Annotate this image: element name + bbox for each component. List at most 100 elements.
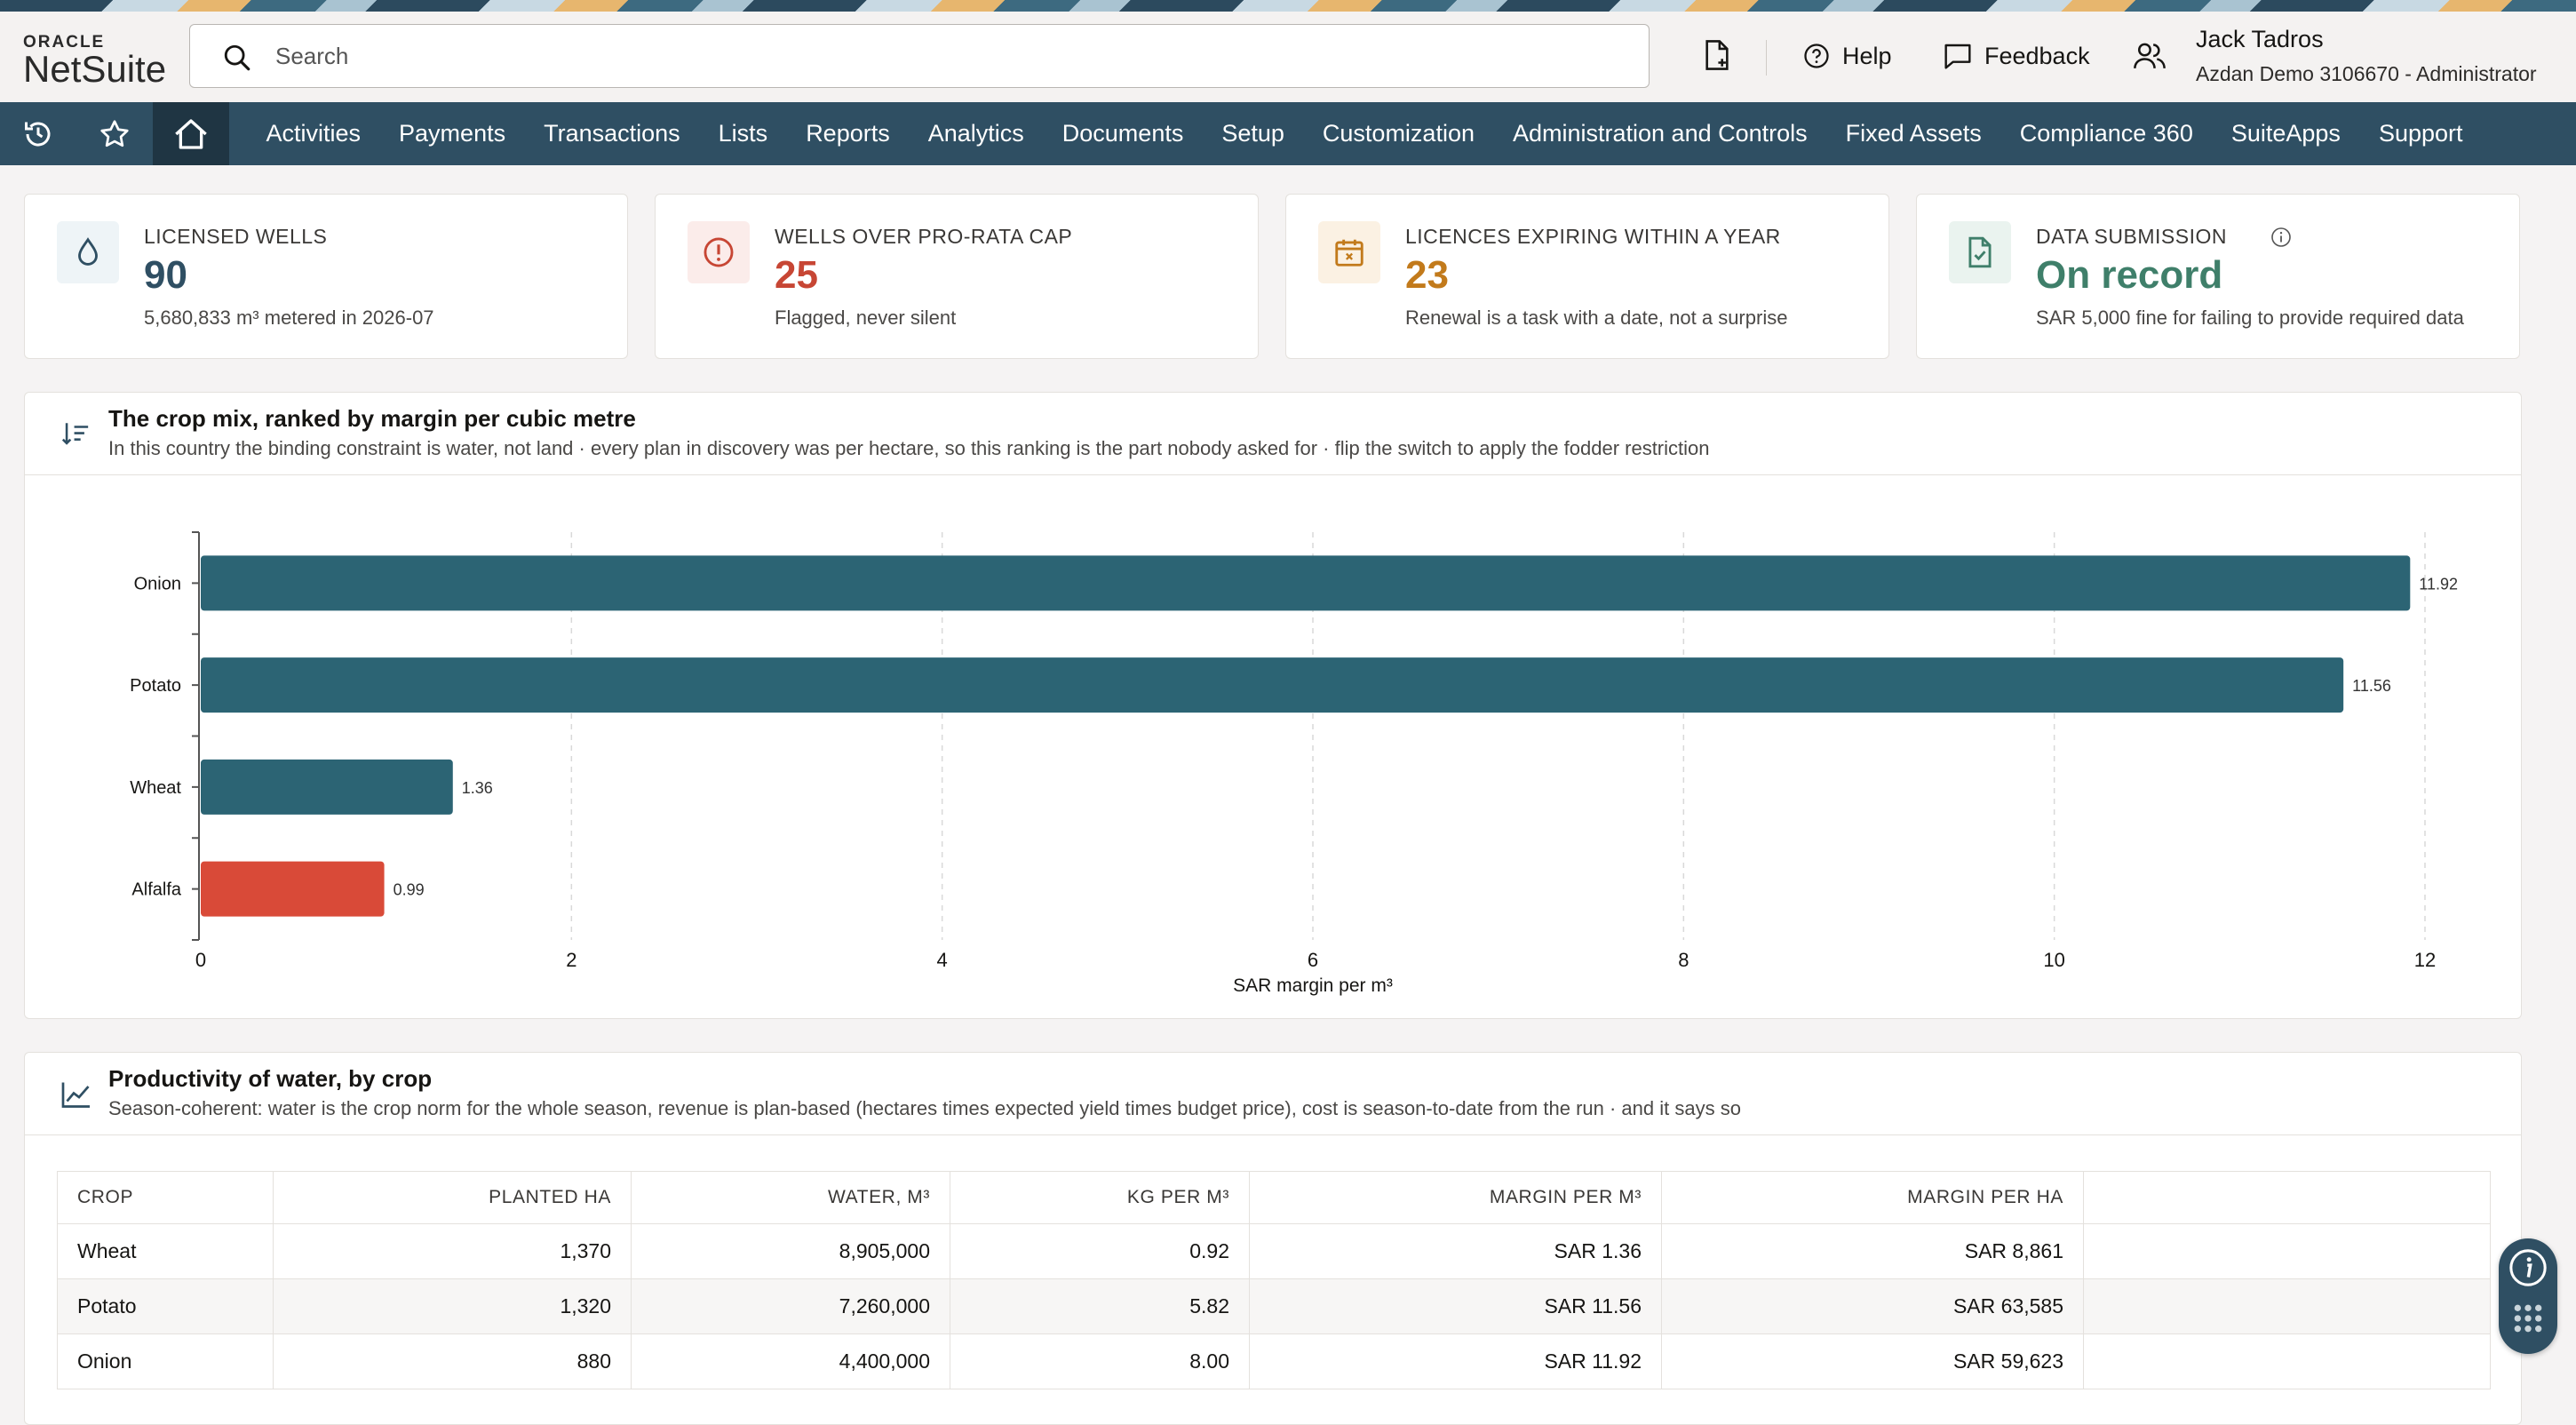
nav-item-payments[interactable]: Payments <box>380 120 525 147</box>
kpi-card-licensed-wells[interactable]: LICENSED WELLS 90 5,680,833 m³ metered in … <box>24 194 628 359</box>
calendar-icon <box>1335 239 1364 267</box>
home-button[interactable] <box>153 102 229 165</box>
kpi-label: LICENSED WELLS <box>144 225 328 248</box>
crop-margin-chart-panel: The crop mix, ranked by margin per cubic… <box>24 392 2522 1019</box>
kpi-value: 90 <box>144 253 187 297</box>
nav-item-lists[interactable]: Lists <box>699 120 787 147</box>
nav-item-analytics[interactable]: Analytics <box>909 120 1043 147</box>
roles-icon[interactable] <box>2134 42 2166 70</box>
table-row[interactable]: Wheat 1,370 8,905,000 0.92 SAR 1.36 SAR 8,861 <box>57 1223 2491 1279</box>
crop-margin-bar-chart: Onion 11.92 Potato 11.56 Wheat 1.36 Alfalfa 0.9… <box>130 531 2458 996</box>
water-productivity-panel: Productivity of water, by crop Season-co… <box>24 1052 2522 1425</box>
table-row[interactable]: Onion 880 4,400,000 8.00 SAR 11.92 SAR 59,623 <box>57 1333 2491 1389</box>
search-input[interactable] <box>274 37 1610 75</box>
column-header-empty <box>2083 1171 2491 1224</box>
global-search[interactable] <box>189 24 1650 88</box>
kpi-value: 25 <box>775 253 818 297</box>
help-label: Help <box>1842 42 1892 69</box>
chart-panel-header: The crop mix, ranked by margin per cubic… <box>25 393 2521 475</box>
chart-title: The crop mix, ranked by margin per cubic… <box>108 405 636 432</box>
x-tick-label: 10 <box>2043 949 2064 971</box>
table-cell: Onion <box>57 1333 274 1389</box>
search-icon <box>224 44 250 71</box>
shortcuts-button[interactable] <box>76 102 153 165</box>
kpi-subtext: Renewal is a task with a date, not a sur… <box>1405 306 1788 329</box>
table-cell: 880 <box>273 1333 632 1389</box>
kpi-badge <box>1318 221 1380 283</box>
top-bar: ORACLE NetSuite Help Feedback Jack Tad <box>0 12 2576 103</box>
column-header[interactable]: PLANTED HA <box>273 1171 632 1224</box>
kpi-value: On record <box>2036 253 2223 297</box>
user-menu[interactable]: Jack Tadros Azdan Demo 3106670 - Adminis… <box>2196 26 2537 86</box>
x-tick-label: 12 <box>2414 949 2436 971</box>
kpi-card-data-submission[interactable]: DATA SUBMISSION On record SAR 5,000 fine f… <box>1916 194 2520 359</box>
netsuite-logo[interactable]: ORACLE NetSuite <box>23 33 166 88</box>
table-cell: 7,260,000 <box>631 1278 950 1334</box>
column-header[interactable]: MARGIN PER HA <box>1661 1171 2084 1224</box>
feedback-button[interactable]: Feedback <box>1944 38 2090 74</box>
nav-item-reports[interactable]: Reports <box>787 120 910 147</box>
help-button[interactable]: Help <box>1803 38 1892 74</box>
kpi-badge <box>688 221 750 283</box>
category-label: Alfalfa <box>131 880 181 900</box>
feedback-icon <box>1944 44 1971 69</box>
kpi-value: 23 <box>1405 253 1449 297</box>
bar-alfalfa <box>201 861 385 917</box>
column-header[interactable]: CROP <box>57 1171 274 1224</box>
table-cell: SAR 1.36 <box>1249 1223 1662 1279</box>
table-cell: 4,400,000 <box>631 1333 950 1389</box>
recent-icon <box>25 122 51 146</box>
user-role: Azdan Demo 3106670 - Administrator <box>2196 62 2537 85</box>
nav-item-activities[interactable]: Activities <box>247 120 380 147</box>
column-header[interactable]: MARGIN PER M³ <box>1249 1171 1662 1224</box>
kpi-card-wells-over-pro-rata-cap[interactable]: WELLS OVER PRO-RATA CAP 25 Flagged, never … <box>655 194 1259 359</box>
category-label: Wheat <box>130 778 181 798</box>
bar-onion <box>201 555 2411 611</box>
table-cell: 0.92 <box>950 1223 1250 1279</box>
kpi-subtext: SAR 5,000 fine for failing to provide re… <box>2036 306 2464 329</box>
column-header[interactable]: WATER, M³ <box>631 1171 950 1224</box>
table-subtitle: Season-coherent: water is the crop norm … <box>108 1097 1741 1119</box>
table-cell-empty <box>2083 1333 2491 1389</box>
create-document-icon[interactable] <box>1702 38 1732 72</box>
water-drop-icon <box>78 237 98 266</box>
nav-item-documents[interactable]: Documents <box>1043 120 1203 147</box>
table-cell: SAR 59,623 <box>1661 1333 2084 1389</box>
category-label: Potato <box>130 676 181 696</box>
data-label: 0.99 <box>394 881 425 899</box>
kpi-badge <box>1949 221 2011 283</box>
sort-descending-icon <box>61 423 89 445</box>
nav-item-transactions[interactable]: Transactions <box>525 120 700 147</box>
x-tick-label: 2 <box>566 949 576 971</box>
data-label: 1.36 <box>462 779 493 797</box>
apps-grid-icon <box>2514 1304 2542 1333</box>
table-row[interactable]: Potato 1,320 7,260,000 5.82 SAR 11.56 SAR 63,… <box>57 1278 2491 1334</box>
table-cell-empty <box>2083 1278 2491 1334</box>
info-icon[interactable] <box>2270 227 2292 248</box>
x-tick-label: 8 <box>1678 949 1689 971</box>
data-label: 11.92 <box>2419 575 2458 593</box>
star-icon <box>100 119 129 147</box>
kpi-label: LICENCES EXPIRING WITHIN A YEAR <box>1405 225 1781 248</box>
kpi-badge <box>57 221 119 283</box>
table-header-row: CROP PLANTED HA WATER, M³ KG PER M³ MARGIN P… <box>57 1171 2491 1224</box>
nav-item-suiteapps[interactable]: SuiteApps <box>2212 120 2359 147</box>
recent-records-button[interactable] <box>0 102 76 165</box>
feedback-label: Feedback <box>1984 42 2090 69</box>
nav-item-support[interactable]: Support <box>2359 120 2482 147</box>
x-tick-label: 6 <box>1308 949 1318 971</box>
nav-item-administration-and-controls[interactable]: Administration and Controls <box>1493 120 1826 147</box>
floating-assist-button[interactable] <box>2499 1238 2557 1354</box>
column-header[interactable]: KG PER M³ <box>950 1171 1250 1224</box>
nav-item-setup[interactable]: Setup <box>1203 120 1304 147</box>
nav-item-customization[interactable]: Customization <box>1303 120 1493 147</box>
table-cell: SAR 63,585 <box>1661 1278 2084 1334</box>
nav-item-fixed-assets[interactable]: Fixed Assets <box>1826 120 2000 147</box>
table-cell: 5.82 <box>950 1278 1250 1334</box>
kpi-card-licences-expiring-within-a-year[interactable]: LICENCES EXPIRING WITHIN A YEAR 23 Renewal… <box>1285 194 1889 359</box>
info-icon <box>2509 1249 2547 1286</box>
x-tick-label: 0 <box>195 949 206 971</box>
kpi-subtext: Flagged, never silent <box>775 306 957 329</box>
nav-item-compliance-360[interactable]: Compliance 360 <box>2000 120 2212 147</box>
kpi-label: WELLS OVER PRO-RATA CAP <box>775 225 1073 248</box>
